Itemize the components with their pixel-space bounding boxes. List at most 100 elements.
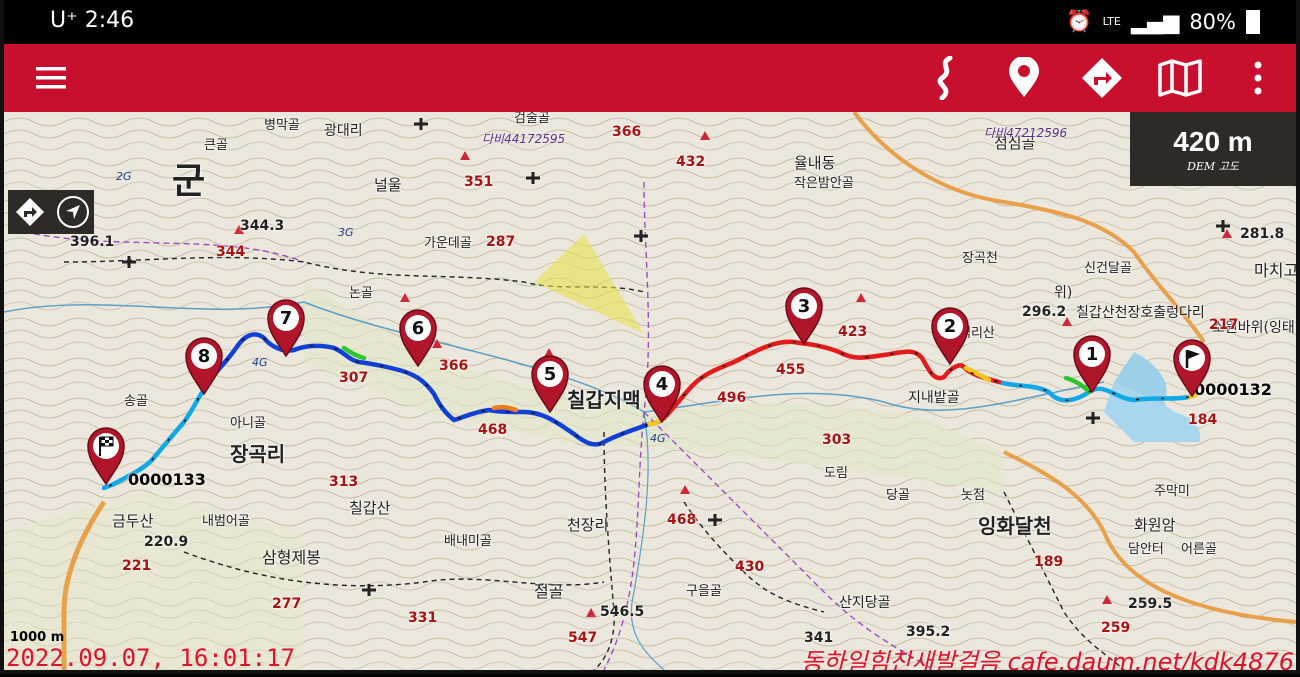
place-label: 장곡천	[962, 251, 998, 266]
place-label: 구을골	[686, 584, 722, 599]
peak-elevation-label: 287	[486, 234, 516, 250]
svg-text:6: 6	[412, 318, 425, 339]
elevation-value: 420 m	[1173, 126, 1253, 157]
place-label: 군	[172, 161, 206, 202]
place-label: 검술골	[514, 112, 550, 126]
pin-icon[interactable]	[1000, 54, 1048, 102]
directions-icon[interactable]	[1078, 54, 1126, 102]
route-direction-icon[interactable]	[14, 196, 46, 228]
peak-elevation-label: 468	[667, 512, 697, 528]
menu-icon[interactable]	[28, 54, 76, 102]
place-label: 내범어골	[202, 514, 250, 529]
peak-elevation-label: 277	[272, 596, 302, 612]
svg-text:4: 4	[656, 374, 669, 395]
peak-elevation-label: 430	[735, 559, 765, 575]
waypoint-marker-1[interactable]: 1	[1072, 334, 1112, 394]
place-label: 가운데골	[424, 236, 472, 251]
status-right: ⏰ LTE ▂▄▆ 80%	[1066, 9, 1260, 34]
waypoint-marker-5[interactable]: 5	[530, 354, 570, 414]
peak-elevation-label: 547	[568, 630, 598, 646]
waypoint-code-label: 다비44172595	[482, 132, 566, 146]
place-label: 율내동	[794, 154, 836, 172]
carrier-label: U⁺	[50, 8, 78, 33]
svg-text:2: 2	[944, 316, 957, 337]
place-label: 산지당골	[839, 595, 891, 611]
road-label: 2G	[116, 170, 132, 183]
status-bar: U⁺ 2:46 ⏰ LTE ▂▄▆ 80%	[0, 0, 1300, 44]
place-label: 신건달골	[1084, 261, 1132, 276]
map-nav-buttons	[8, 190, 94, 234]
place-label: 잉화달천	[978, 514, 1052, 538]
waypoint-marker-2[interactable]: 2	[930, 306, 970, 366]
place-label: 논골	[349, 286, 373, 301]
peak-elevation-label: 344	[216, 244, 246, 260]
waypoint-marker-8[interactable]: 8	[184, 336, 224, 396]
peak-elevation-label: 396.1	[70, 234, 115, 250]
waypoint-marker-4[interactable]: 4	[642, 364, 682, 424]
battery-icon	[1246, 9, 1260, 34]
svg-text:8: 8	[198, 346, 211, 367]
timestamp-watermark: 2022.09.07, 16:01:17	[6, 644, 295, 672]
scale-label: 1000 m	[10, 630, 65, 645]
place-label: 배내미골	[444, 534, 492, 549]
svg-text:5: 5	[544, 364, 557, 385]
more-vertical-icon[interactable]	[1234, 54, 1282, 102]
place-label: 작은밤안골	[794, 176, 854, 191]
peak-elevation-label: 432	[676, 154, 706, 170]
place-label: 금두산	[112, 512, 154, 530]
place-label: 지내밭골	[908, 390, 960, 406]
waypoint-marker-6[interactable]: 6	[398, 308, 438, 368]
peak-elevation-label: 313	[329, 474, 359, 490]
place-label: 어른골	[1181, 542, 1217, 557]
place-label: 놋점	[961, 488, 985, 503]
peak-elevation-label: 307	[339, 370, 369, 386]
place-label: 송골	[124, 394, 148, 409]
elevation-panel: 420 m DEM 고도	[1130, 112, 1296, 186]
peak-elevation-label: 455	[776, 362, 806, 378]
svg-text:7: 7	[280, 308, 293, 329]
cafe-watermark: 동하일힘찬새발걸음 cafe.daum.net/kdk4876	[801, 648, 1294, 676]
peak-elevation-label: 366	[439, 358, 469, 374]
signal-icon: ▂▄▆	[1130, 9, 1180, 34]
place-label: 큰골	[204, 138, 228, 153]
place-label: 화원암	[1134, 516, 1176, 534]
my-location-icon[interactable]	[56, 196, 89, 228]
peak-elevation-label: 366	[612, 124, 642, 140]
status-left: U⁺ 2:46	[50, 8, 134, 33]
app-bar	[4, 44, 1296, 112]
peak-elevation-label: 281.8	[1240, 226, 1285, 242]
svg-text:1: 1	[1086, 344, 1099, 365]
place-label: 병막골	[264, 118, 300, 133]
peak-elevation-label: 546.5	[600, 604, 645, 620]
network-type: LTE	[1102, 15, 1121, 28]
place-label: 삼형제봉	[262, 548, 321, 567]
map-icon[interactable]	[1156, 54, 1204, 102]
road-label: 3G	[338, 226, 354, 239]
peak-elevation-label: 217	[1209, 317, 1239, 333]
elevation-label: DEM 고도	[1187, 160, 1239, 173]
start-flag-icon[interactable]	[1172, 338, 1212, 398]
peak-elevation-label: 259	[1101, 620, 1131, 636]
waypoint-code-label: 다비47212596	[984, 126, 1068, 140]
finish-flag-icon[interactable]	[86, 426, 126, 486]
place-label: 절골	[534, 582, 564, 601]
place-label: 칠갑지맥	[567, 388, 641, 412]
peak-elevation-label: 331	[408, 610, 438, 626]
waypoint-marker-7[interactable]: 7	[266, 298, 306, 358]
map-view[interactable]: 점심골 율내동 작은밤안골 널울 가운데골 광대리 검술골 병막골 큰골 군 논골 장곡리 칠갑산 칠갑지…	[4, 112, 1296, 670]
place-label: 아니골	[230, 416, 266, 431]
place-label: 마치고개	[1254, 261, 1296, 280]
road-label: 4G	[650, 432, 666, 445]
peak-elevation-label: 259.5	[1128, 596, 1173, 612]
peak-elevation-label: 496	[717, 390, 747, 406]
place-label: 광대리	[324, 123, 363, 139]
waypoint-marker-3[interactable]: 3	[784, 286, 824, 346]
waypoint-code-label: 0000133	[128, 470, 206, 489]
place-label: 장곡리	[230, 442, 286, 466]
place-label: 위)	[1054, 285, 1073, 301]
track-icon[interactable]	[922, 54, 970, 102]
peak-elevation-label: 344.3	[240, 218, 285, 234]
place-label: 칠갑산천장호출렁다리	[1076, 305, 1205, 321]
place-label: 담안터	[1128, 542, 1164, 557]
peak-elevation-label: 351	[464, 174, 494, 190]
